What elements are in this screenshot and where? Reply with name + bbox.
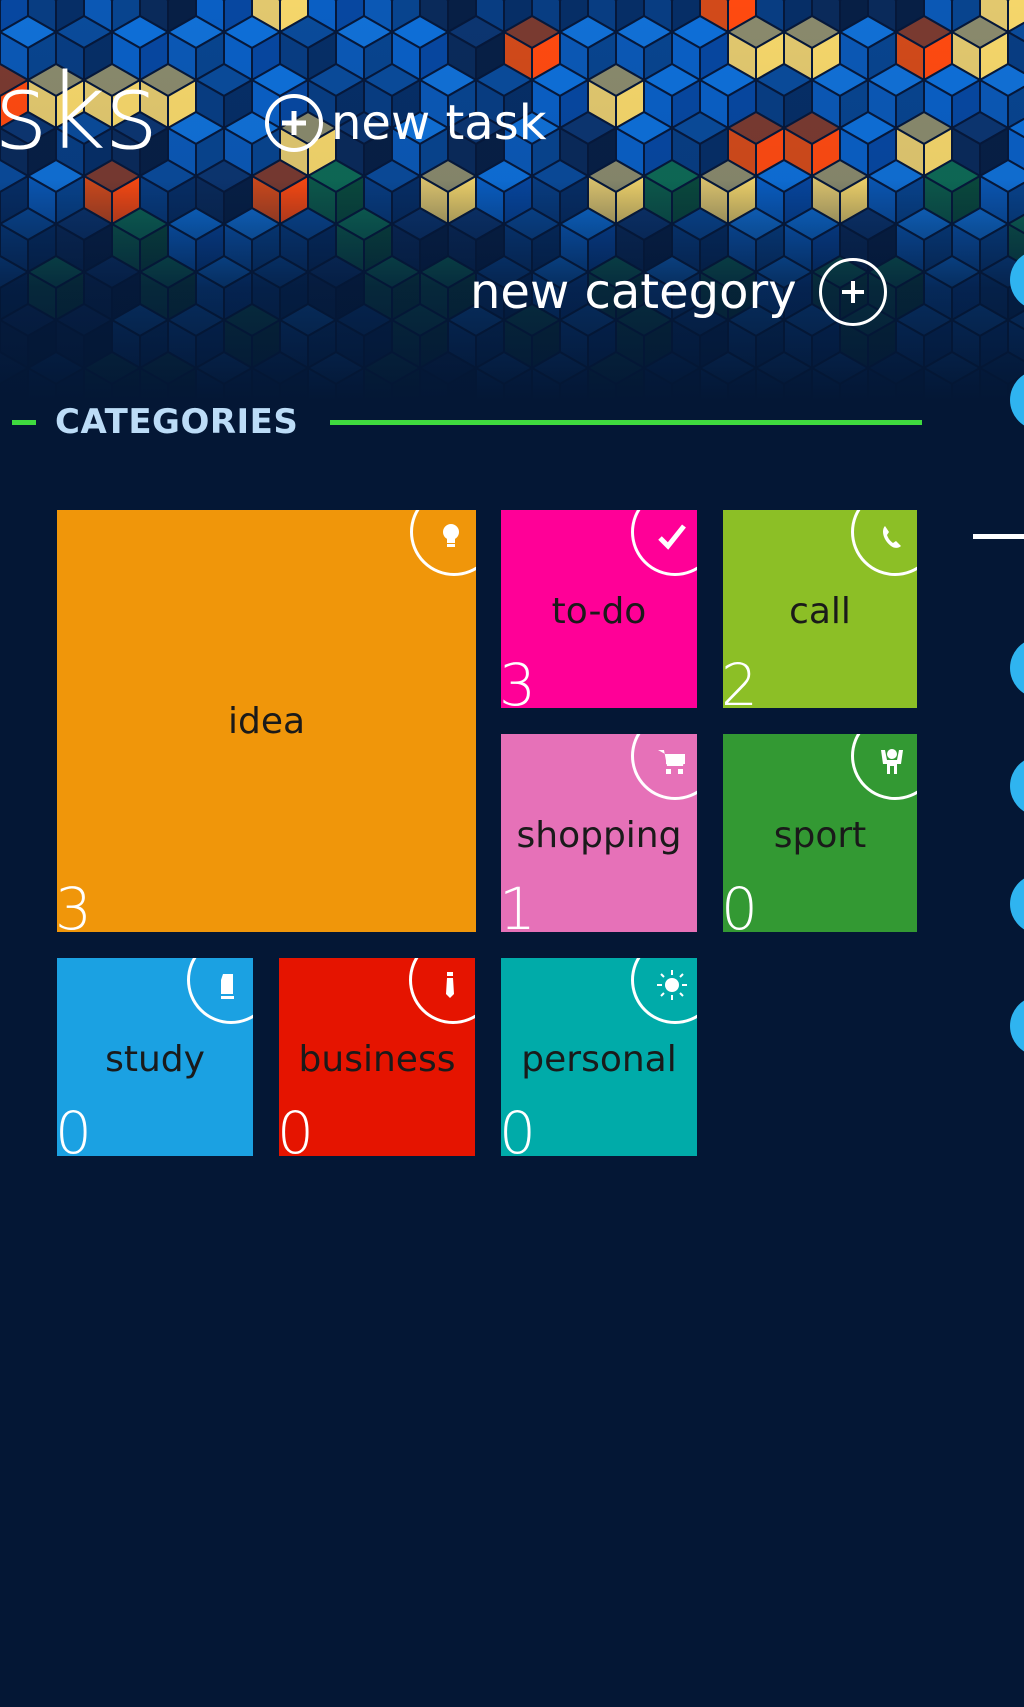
category-tile-sport[interactable]: sport 0 <box>723 734 917 932</box>
accent-line-right <box>330 420 922 425</box>
tile-name: business <box>298 1039 456 1080</box>
tile-count: 3 <box>57 875 92 932</box>
sun-icon <box>655 968 689 1002</box>
new-category-label: new category <box>470 264 797 320</box>
add-circle-icon <box>818 258 887 326</box>
tile-name: personal <box>521 1039 677 1080</box>
category-tile-idea[interactable]: idea 3 <box>57 510 476 932</box>
tile-name: call <box>789 591 851 632</box>
new-task-button[interactable]: new task <box>265 94 547 152</box>
list-bullet[interactable] <box>1010 756 1024 816</box>
book-icon <box>211 968 245 1002</box>
tile-count: 0 <box>279 1099 314 1156</box>
tile-name: study <box>105 1039 205 1080</box>
tile-name: to-do <box>551 591 647 632</box>
lightbulb-icon <box>434 520 468 554</box>
tile-count: 3 <box>501 651 536 708</box>
categories-section-header: CATEGORIES <box>0 402 924 442</box>
category-tile-call[interactable]: call 2 <box>723 510 917 708</box>
category-tile-to-do[interactable]: to-do 3 <box>501 510 697 708</box>
tile-count: 2 <box>723 651 758 708</box>
tie-icon <box>433 968 467 1002</box>
category-tile-personal[interactable]: personal 0 <box>501 958 697 1156</box>
tile-count: 0 <box>57 1099 92 1156</box>
accent-line-left <box>12 420 36 425</box>
tile-name: shopping <box>516 815 682 856</box>
list-bullet[interactable] <box>1010 638 1024 698</box>
new-category-button[interactable]: new category <box>470 258 887 326</box>
tile-count: 0 <box>501 1099 536 1156</box>
category-tile-shopping[interactable]: shopping 1 <box>501 734 697 932</box>
tile-count: 0 <box>723 875 758 932</box>
tile-name: sport <box>773 815 867 856</box>
section-title: CATEGORIES <box>55 402 299 442</box>
tile-count: 1 <box>501 875 536 932</box>
phone-icon <box>875 520 909 554</box>
sport-person-icon <box>875 744 909 778</box>
checkmark-icon <box>655 520 689 554</box>
section-divider <box>973 534 1024 539</box>
list-bullet[interactable] <box>1010 874 1024 934</box>
new-task-label: new task <box>331 95 547 151</box>
shopping-cart-icon <box>655 744 689 778</box>
page-title: sks <box>0 51 159 173</box>
list-bullet[interactable] <box>1010 996 1024 1056</box>
tile-name: idea <box>227 701 306 742</box>
add-circle-icon <box>265 94 323 152</box>
category-tile-business[interactable]: business 0 <box>279 958 475 1156</box>
category-tile-study[interactable]: study 0 <box>57 958 253 1156</box>
